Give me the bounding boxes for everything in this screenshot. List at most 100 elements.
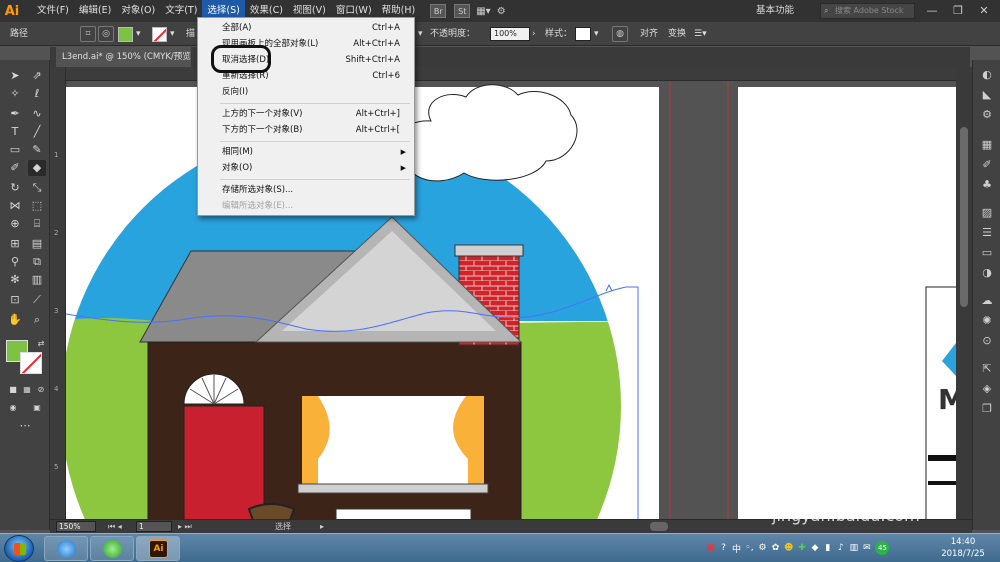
start-button[interactable] [4,535,34,562]
asset-export-icon[interactable]: ⊙ [979,334,995,348]
document-tab[interactable]: L3end.ai* @ 150% (CMYK/预览) [56,47,191,67]
more-options-icon[interactable]: ☰▾ [694,22,707,46]
menu-item-object[interactable]: 对象(O) ▶ [198,160,414,176]
layers-icon[interactable]: ◈ [979,382,995,396]
lasso-tool-icon[interactable]: ℓ [28,86,46,102]
ime-indicator[interactable]: 中 [732,542,741,555]
pen-tool-icon[interactable]: ✒ [6,106,24,122]
menu-file[interactable]: 文件(F) [32,0,74,22]
swatches-icon[interactable]: ▦ [979,138,995,152]
export-icon[interactable]: ⇱ [979,362,995,376]
menu-item-next-object-below[interactable]: 下方的下一个对象(B) Alt+Ctrl+[ [198,122,414,138]
free-transform-icon[interactable]: ⬚ [28,198,46,214]
align-button[interactable]: 对齐 [640,22,658,46]
rectangle-tool-icon[interactable]: ▭ [6,142,24,158]
menu-object[interactable]: 对象(O) [116,0,160,22]
draw-mode-icon[interactable]: ◉ [4,400,22,416]
maximize-button[interactable]: ❐ [946,0,970,22]
shaper-tool-icon[interactable]: ✐ [6,160,24,176]
appearance-icon[interactable]: ⚙ [979,108,995,122]
stock-search-input[interactable]: ⌕ 搜索 Adobe Stock [820,3,915,19]
fill-color-swatch[interactable] [118,27,133,42]
menu-item-same[interactable]: 相同(M) ▶ [198,144,414,160]
blend-tool-icon[interactable]: ⧉ [28,254,46,270]
selection-tool-icon[interactable]: ➤ [6,68,24,84]
graphic-styles-icon[interactable]: ▨ [979,206,995,220]
edit-toolbar-icon[interactable]: ⋯ [16,418,34,434]
stroke-weight-dropdown-icon[interactable]: ▾ [418,22,423,46]
tray-app-icon[interactable]: ✉ [862,543,871,553]
column-graph-icon[interactable]: ▥ [28,272,46,288]
last-artboard-icon[interactable]: ▸ ⏭ [178,520,192,533]
menu-item-select-all[interactable]: 全部(A) Ctrl+A [198,20,414,36]
tray-app-icon[interactable]: ◆ [810,543,819,553]
eraser-tool-icon[interactable]: ◆ [28,160,46,176]
hand-tool-icon[interactable]: ✋ [6,312,24,328]
stock-button[interactable]: St [454,4,471,18]
security-badge[interactable]: 45 [875,541,890,555]
recolor-artwork-icon[interactable]: ◍ [612,26,628,42]
style-dropdown-icon[interactable]: ▾ [594,22,599,46]
swap-fill-stroke-icon[interactable]: ⇄ [32,336,50,352]
zoom-tool-icon[interactable]: ⌕ [28,312,46,328]
tray-app-icon[interactable]: ▣ [706,543,715,553]
perspective-grid-icon[interactable]: ⌸ [28,216,46,232]
style-swatch[interactable] [575,27,591,41]
tray-app-icon[interactable]: ☻ [784,543,793,553]
rotate-tool-icon[interactable]: ↻ [6,180,24,196]
volume-icon[interactable]: ♪ [836,543,845,553]
gradient-panel-icon[interactable]: ▭ [979,246,995,260]
close-button[interactable]: ✕ [972,0,996,22]
color-panel-icon[interactable]: ◐ [979,68,995,82]
tray-app-icon[interactable]: ✿ [771,543,780,553]
menu-item-inverse[interactable]: 反向(I) [198,84,414,100]
gradient-tool-icon[interactable]: ▤ [28,236,46,252]
symbols-icon[interactable]: ♣ [979,178,995,192]
status-arrow-icon[interactable]: ▸ [320,520,324,533]
stroke-color-box[interactable] [20,352,42,374]
shape-builder-icon[interactable]: ⊕ [6,216,24,232]
artboard-tool-icon[interactable]: ⊡ [6,292,24,308]
opacity-field[interactable]: 100% [490,27,530,41]
opacity-arrow-icon[interactable]: › [532,22,536,46]
fill-dropdown-icon[interactable]: ▾ [136,22,141,46]
edit-contents-icon[interactable]: ◎ [98,26,114,42]
menu-item-save-selection[interactable]: 存储所选对象(S)... [198,182,414,198]
width-tool-icon[interactable]: ⋈ [6,198,24,214]
direct-selection-tool-icon[interactable]: ⇗ [28,68,46,84]
tray-app-icon[interactable]: ▥ [849,543,859,553]
tray-app-icon[interactable]: ✚ [797,543,806,553]
punctuation-icon[interactable]: ◦, [745,543,754,553]
settings-icon[interactable]: ⚙ [758,543,767,553]
symbol-sprayer-icon[interactable]: ✻ [6,272,24,288]
arrange-documents-icon[interactable]: ▦▾ [476,6,490,17]
minimize-button[interactable]: — [920,0,944,22]
zoom-field[interactable]: 150% [56,521,96,532]
transparency-icon[interactable]: ◑ [979,266,995,280]
stroke-dropdown-icon[interactable]: ▾ [170,22,175,46]
taskbar-360[interactable] [90,536,134,561]
line-tool-icon[interactable]: ╱ [28,124,46,140]
artboards-icon[interactable]: ❐ [979,402,995,416]
creative-cloud-icon[interactable]: ☁ [979,294,995,308]
stroke-color-swatch[interactable] [152,27,167,42]
help-icon[interactable]: ? [719,543,728,553]
menu-item-next-object-above[interactable]: 上方的下一个对象(V) Alt+Ctrl+] [198,106,414,122]
slice-tool-icon[interactable]: ⟋ [28,292,46,308]
mesh-tool-icon[interactable]: ⊞ [6,236,24,252]
magic-wand-icon[interactable]: ✧ [6,86,24,102]
artboard-number-field[interactable]: 1 [136,521,172,532]
color-guide-icon[interactable]: ◣ [979,88,995,102]
screen-mode-icon[interactable]: ▣ [28,400,46,416]
network-icon[interactable]: ▮ [823,543,832,553]
type-tool-icon[interactable]: T [6,124,24,140]
first-artboard-icon[interactable]: ⏮ ◂ [108,520,122,533]
workspace-switcher[interactable]: 基本功能 [756,0,794,22]
stroke-panel-icon[interactable]: ☰ [979,226,995,240]
taskbar-ie[interactable] [44,536,88,561]
bridge-button[interactable]: Br [430,4,447,18]
menu-edit[interactable]: 编辑(E) [74,0,116,22]
scale-tool-icon[interactable]: ⤡ [28,180,46,196]
isolate-icon[interactable]: ⌗ [80,26,96,42]
curvature-tool-icon[interactable]: ∿ [28,106,46,122]
